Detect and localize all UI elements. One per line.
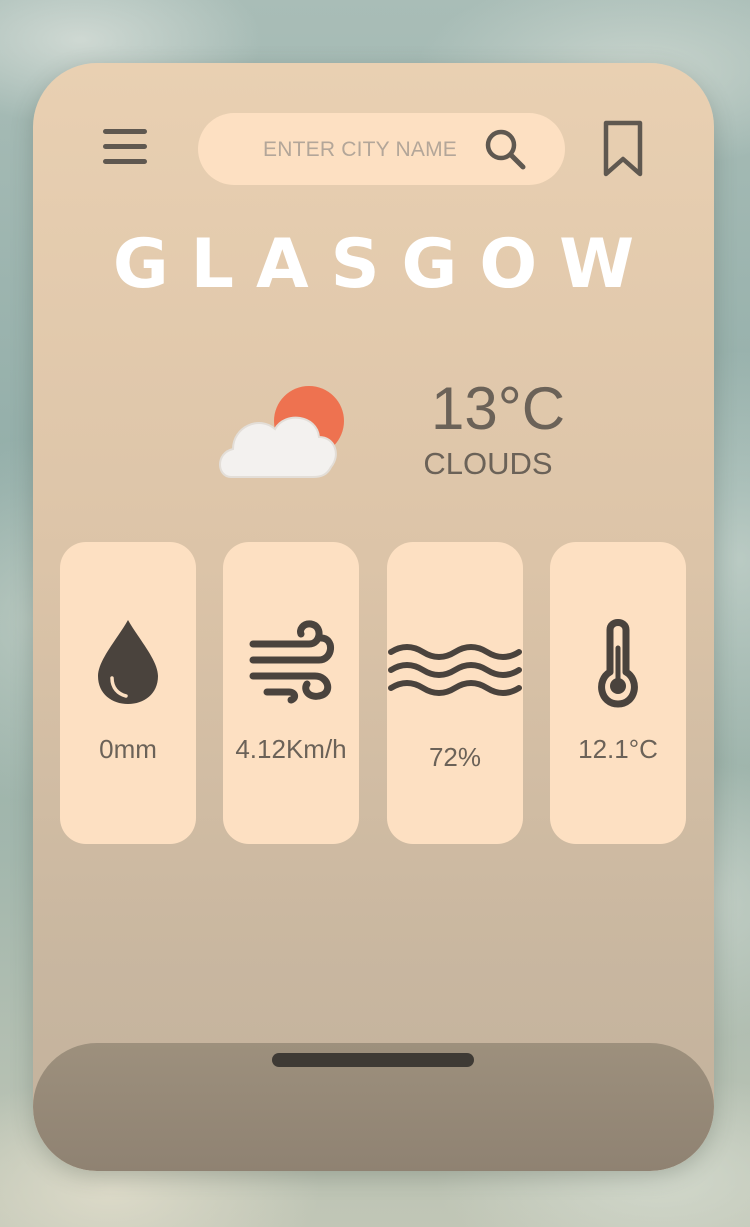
menu-icon-bar [103, 159, 147, 164]
rain-tile: 0mm [60, 542, 196, 844]
waves-icon [388, 644, 522, 696]
feels-like-value: 12.1°C [578, 734, 658, 764]
rain-value: 0mm [99, 734, 157, 764]
feels-like-tile: 12.1°C [550, 542, 686, 844]
humidity-value: 72% [428, 742, 482, 772]
wind-tile: 4.12Km/h [223, 542, 359, 844]
menu-icon-bar [103, 144, 147, 149]
cloud-sun-icon [219, 386, 344, 478]
search-icon[interactable] [481, 125, 529, 173]
humidity-tile: 72% [387, 542, 523, 844]
temperature: 13°C [430, 375, 566, 442]
water-drop-icon [98, 620, 158, 704]
drag-handle[interactable] [272, 1053, 474, 1067]
bottom-sheet[interactable] [33, 1043, 714, 1171]
search-bar [198, 113, 565, 187]
city-name: GLASGOW [112, 225, 657, 304]
weather-condition: CLOUDS [423, 446, 553, 481]
thermometer-icon [598, 619, 638, 708]
wind-icon [249, 620, 334, 704]
wind-value: 4.12Km/h [235, 734, 347, 764]
bookmark-icon[interactable] [599, 119, 647, 179]
search-input[interactable] [228, 113, 492, 187]
menu-button[interactable] [101, 125, 149, 169]
weather-card: GLASGOW 13°C CLOUDS 0mm 4.12Km/h [33, 63, 714, 1171]
menu-icon-bar [103, 129, 147, 134]
